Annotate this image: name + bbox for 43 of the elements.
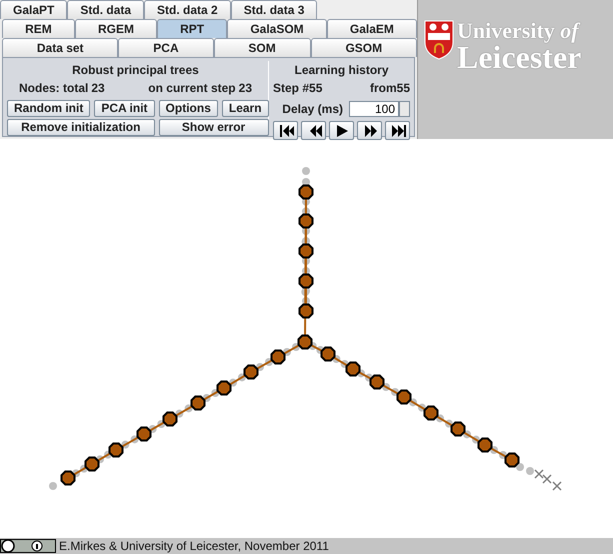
current-step-label: on current step xyxy=(148,80,236,97)
tab[interactable]: REM xyxy=(2,19,75,38)
last-icon xyxy=(390,124,406,136)
tab[interactable]: SOM xyxy=(214,38,311,57)
playback-button[interactable] xyxy=(301,121,326,140)
tab[interactable]: Data set xyxy=(2,38,118,57)
button[interactable]: Options xyxy=(158,100,218,117)
spinner-arrows-icon[interactable] xyxy=(399,101,410,117)
delay-spinner-field[interactable]: 100 xyxy=(349,101,399,117)
panel-title: Robust principal trees xyxy=(71,62,200,79)
button[interactable]: PCA init xyxy=(94,100,155,117)
button[interactable]: Random init xyxy=(7,100,90,117)
shield-icon xyxy=(424,20,454,60)
step-label: Step # xyxy=(273,80,310,97)
history-title: Learning history xyxy=(293,62,390,79)
step-value: 55 xyxy=(309,80,322,97)
tab[interactable]: Std. data xyxy=(67,0,144,19)
tab[interactable]: GSOM xyxy=(310,38,417,57)
current-step-value: 23 xyxy=(238,80,252,97)
button[interactable]: Remove initialization xyxy=(7,119,155,136)
tab[interactable]: PCA xyxy=(118,38,214,57)
footer-text: E.Mirkes & University of Leicester, November 2011 xyxy=(59,538,329,554)
tab[interactable]: GalaPT xyxy=(0,0,68,19)
logo-text: University of xyxy=(457,20,582,42)
tab[interactable]: Std. data 3 xyxy=(230,0,318,19)
tab[interactable]: GalaEM xyxy=(326,19,417,38)
playback-button[interactable] xyxy=(357,121,382,140)
tab[interactable]: GalaSOM xyxy=(227,19,327,38)
tab[interactable]: RPT xyxy=(157,19,228,38)
playback-button[interactable] xyxy=(329,121,354,140)
first-icon xyxy=(278,124,294,136)
tab[interactable]: RGEM xyxy=(74,19,158,38)
from-value: 55 xyxy=(396,80,410,97)
button[interactable]: Show error xyxy=(158,119,269,136)
nodes-total-value: 23 xyxy=(91,80,105,97)
button[interactable]: Learn xyxy=(222,100,269,117)
playback-button[interactable] xyxy=(273,121,298,140)
nodes-total-label: Nodes: total xyxy=(19,80,88,97)
from-label: from xyxy=(370,80,397,97)
tab[interactable]: Std. data 2 xyxy=(144,0,231,19)
playback-button[interactable] xyxy=(385,121,410,140)
logo-text: Leicester xyxy=(457,42,582,72)
delay-label: Delay (ms) xyxy=(282,101,343,118)
